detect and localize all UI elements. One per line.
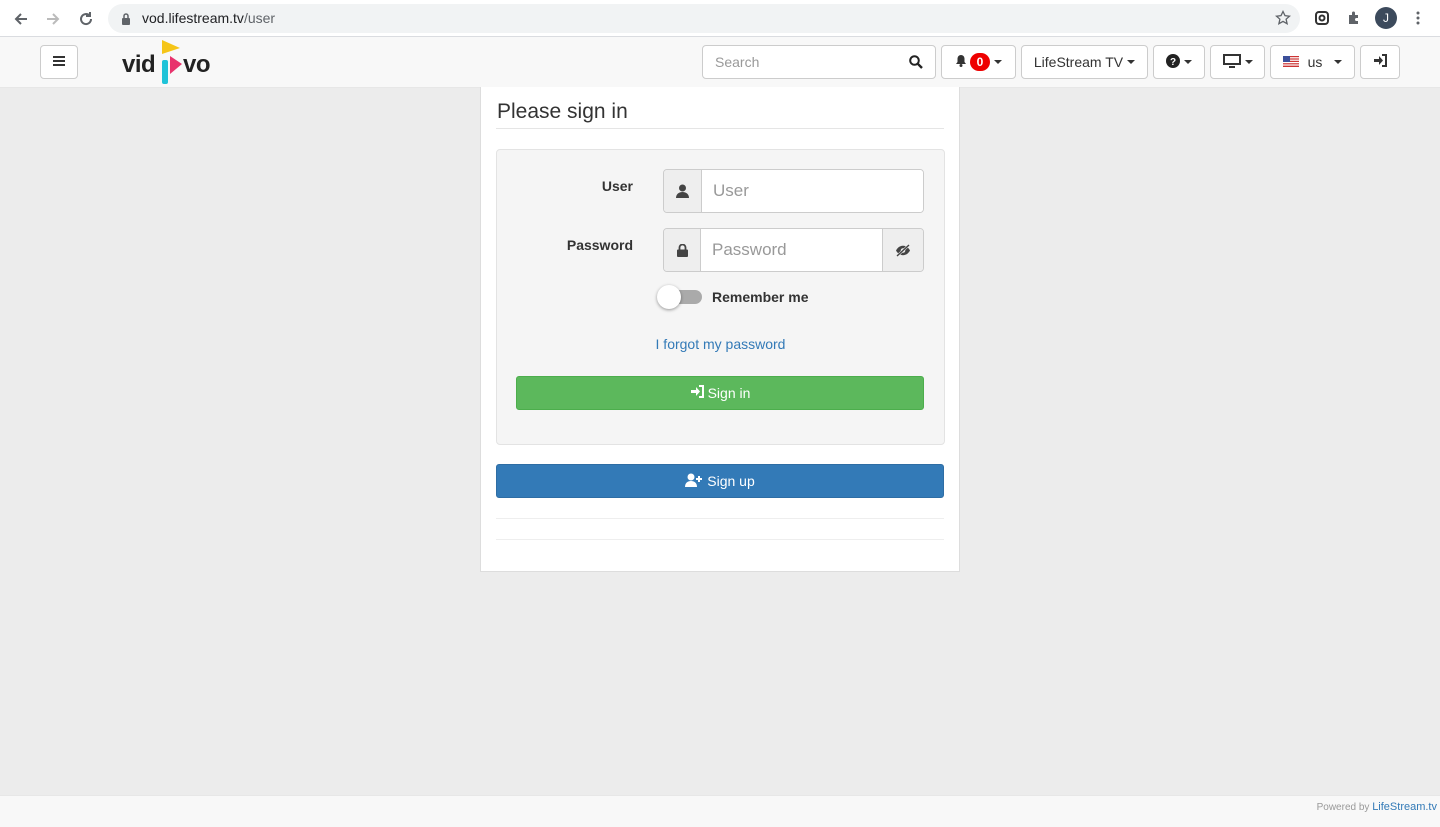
lock-icon: [121, 12, 131, 30]
puzzle-icon[interactable]: [1342, 6, 1366, 30]
user-label: User: [601, 178, 633, 194]
signin-button-label: Sign in: [707, 385, 751, 401]
search-input[interactable]: [703, 46, 903, 78]
powered-by-link[interactable]: LifeStream.tv: [1372, 801, 1437, 813]
signin-panel: Please sign in User Password Remember me…: [480, 87, 960, 572]
forgot-password-link[interactable]: I forgot my password: [497, 336, 944, 352]
logo-mark-icon: [162, 40, 182, 84]
signup-button-label: Sign up: [707, 473, 755, 489]
menu-toggle-button[interactable]: [40, 45, 78, 79]
user-input-group: [663, 169, 924, 213]
bookmark-star-icon[interactable]: [1274, 9, 1292, 31]
signin-button[interactable]: Sign in: [516, 376, 924, 410]
divider: [496, 539, 944, 540]
language-label: us: [1307, 54, 1323, 70]
logo[interactable]: vid vo: [122, 38, 237, 86]
signin-form: User Password Remember me I forgot my pa…: [496, 149, 945, 445]
toggle-knob: [657, 285, 681, 309]
url-text: vod.lifestream.tv/user: [142, 10, 276, 26]
eye-slash-icon[interactable]: [882, 229, 923, 271]
profile-avatar[interactable]: J: [1375, 7, 1397, 29]
search-icon[interactable]: [909, 55, 923, 74]
help-dropdown[interactable]: ?: [1153, 45, 1205, 79]
caret-down-icon: [1127, 60, 1136, 64]
hamburger-icon: [53, 54, 65, 70]
page-title: Please sign in: [497, 100, 628, 123]
more-vert-icon[interactable]: [1406, 6, 1430, 30]
sign-in-icon: [1373, 54, 1387, 70]
caret-down-icon: [1244, 60, 1253, 64]
sign-in-icon: [690, 385, 704, 401]
password-label: Password: [566, 237, 633, 253]
password-input-group: [663, 228, 924, 272]
user-icon: [664, 170, 702, 212]
desktop-icon: [1222, 53, 1241, 71]
address-bar[interactable]: vod.lifestream.tv/user: [108, 4, 1300, 33]
login-button[interactable]: [1360, 45, 1400, 79]
site-navbar: vid vo 0 LifeStream TV ?: [0, 37, 1440, 88]
forward-icon[interactable]: [40, 6, 66, 32]
extension-icon[interactable]: [1310, 6, 1334, 30]
powered-by-label: Powered by: [1316, 802, 1370, 813]
powered-by-text: Powered by LifeStream.tv: [1317, 801, 1437, 813]
display-dropdown[interactable]: [1210, 45, 1265, 79]
svg-text:?: ?: [1170, 57, 1176, 68]
divider: [496, 518, 944, 519]
logo-text-left: vid: [122, 51, 156, 78]
remember-me-toggle[interactable]: [657, 285, 702, 309]
us-flag-icon: [1282, 54, 1299, 70]
language-dropdown[interactable]: us: [1270, 45, 1355, 79]
channel-dropdown[interactable]: LifeStream TV: [1021, 45, 1148, 79]
title-divider: [496, 128, 944, 129]
reload-icon[interactable]: [73, 6, 99, 32]
notifications-badge: 0: [970, 53, 990, 71]
lock-icon: [664, 229, 701, 271]
browser-toolbar: vod.lifestream.tv/user J: [0, 0, 1440, 37]
question-circle-icon: ?: [1166, 53, 1180, 71]
user-input[interactable]: [703, 170, 923, 212]
bell-icon: [955, 54, 967, 70]
signup-button[interactable]: Sign up: [496, 464, 944, 498]
back-icon[interactable]: [8, 6, 34, 32]
logo-text-right: vo: [183, 51, 211, 78]
remember-me-label[interactable]: Remember me: [712, 289, 809, 305]
search-field[interactable]: [702, 45, 936, 79]
password-input[interactable]: [702, 229, 882, 271]
caret-down-icon: [1184, 60, 1192, 64]
user-plus-icon: [685, 473, 703, 490]
channel-label: LifeStream TV: [1033, 54, 1124, 70]
caret-down-icon: [994, 60, 1002, 64]
notifications-button[interactable]: 0: [941, 45, 1016, 79]
footer: Powered by LifeStream.tv: [0, 795, 1440, 827]
caret-down-icon: [1334, 60, 1343, 64]
